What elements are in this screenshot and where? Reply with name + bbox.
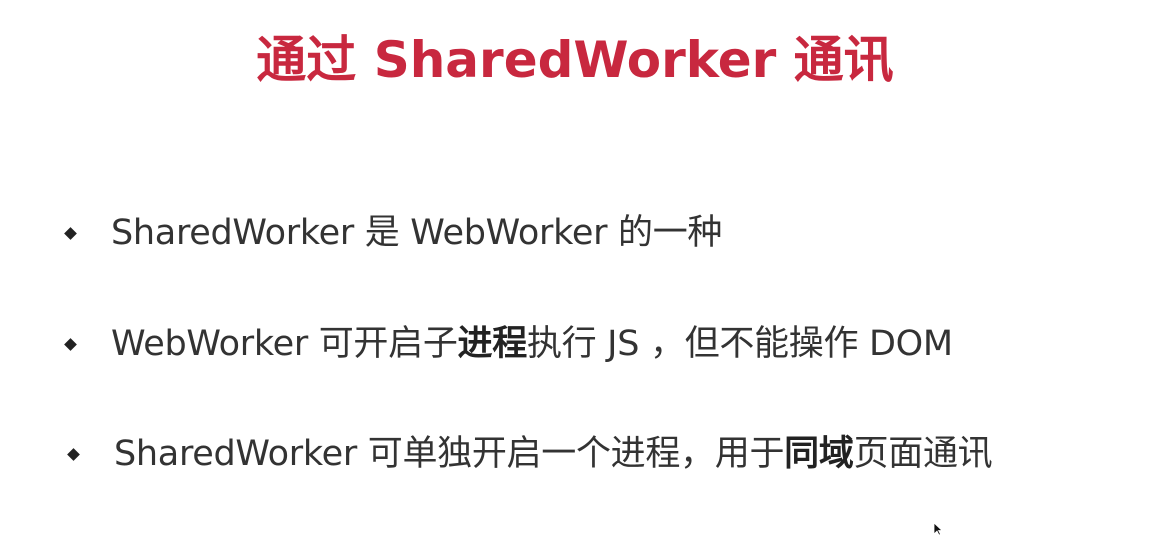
diamond-bullet-icon: [67, 447, 80, 461]
bullet-3-part-3: 页面通讯: [853, 434, 993, 474]
bullet-item-3: SharedWorker 可单独开启一个进程，用于同域页面通讯: [67, 430, 993, 478]
slide: 通过 SharedWorker 通讯 SharedWorker 是 WebWor…: [0, 0, 1150, 542]
bullet-text-3: SharedWorker 可单独开启一个进程，用于同域页面通讯: [114, 430, 993, 478]
bullet-3-emphasis: 同域: [784, 434, 854, 474]
bullet-2-part-1: WebWorker 可开启子: [111, 324, 458, 364]
diamond-bullet-icon: [64, 337, 77, 351]
bullet-list: SharedWorker 是 WebWorker 的一种 WebWorker 可…: [0, 0, 1150, 542]
bullet-item-2: WebWorker 可开启子进程执行 JS ，但不能操作 DOM: [64, 320, 953, 368]
bullet-item-1: SharedWorker 是 WebWorker 的一种: [64, 209, 722, 257]
bullet-3-part-1: SharedWorker 可单独开启一个进程，用于: [114, 434, 785, 474]
bullet-2-emphasis: 进程: [457, 324, 528, 364]
bullet-text-2: WebWorker 可开启子进程执行 JS ，但不能操作 DOM: [111, 320, 953, 368]
mouse-pointer-icon: [933, 522, 943, 536]
bullet-text-1: SharedWorker 是 WebWorker 的一种: [111, 209, 722, 257]
diamond-bullet-icon: [64, 226, 77, 240]
bullet-1-part-1: SharedWorker 是 WebWorker 的一种: [111, 213, 723, 253]
bullet-2-part-3: 执行 JS ，但不能操作 DOM: [526, 324, 953, 364]
